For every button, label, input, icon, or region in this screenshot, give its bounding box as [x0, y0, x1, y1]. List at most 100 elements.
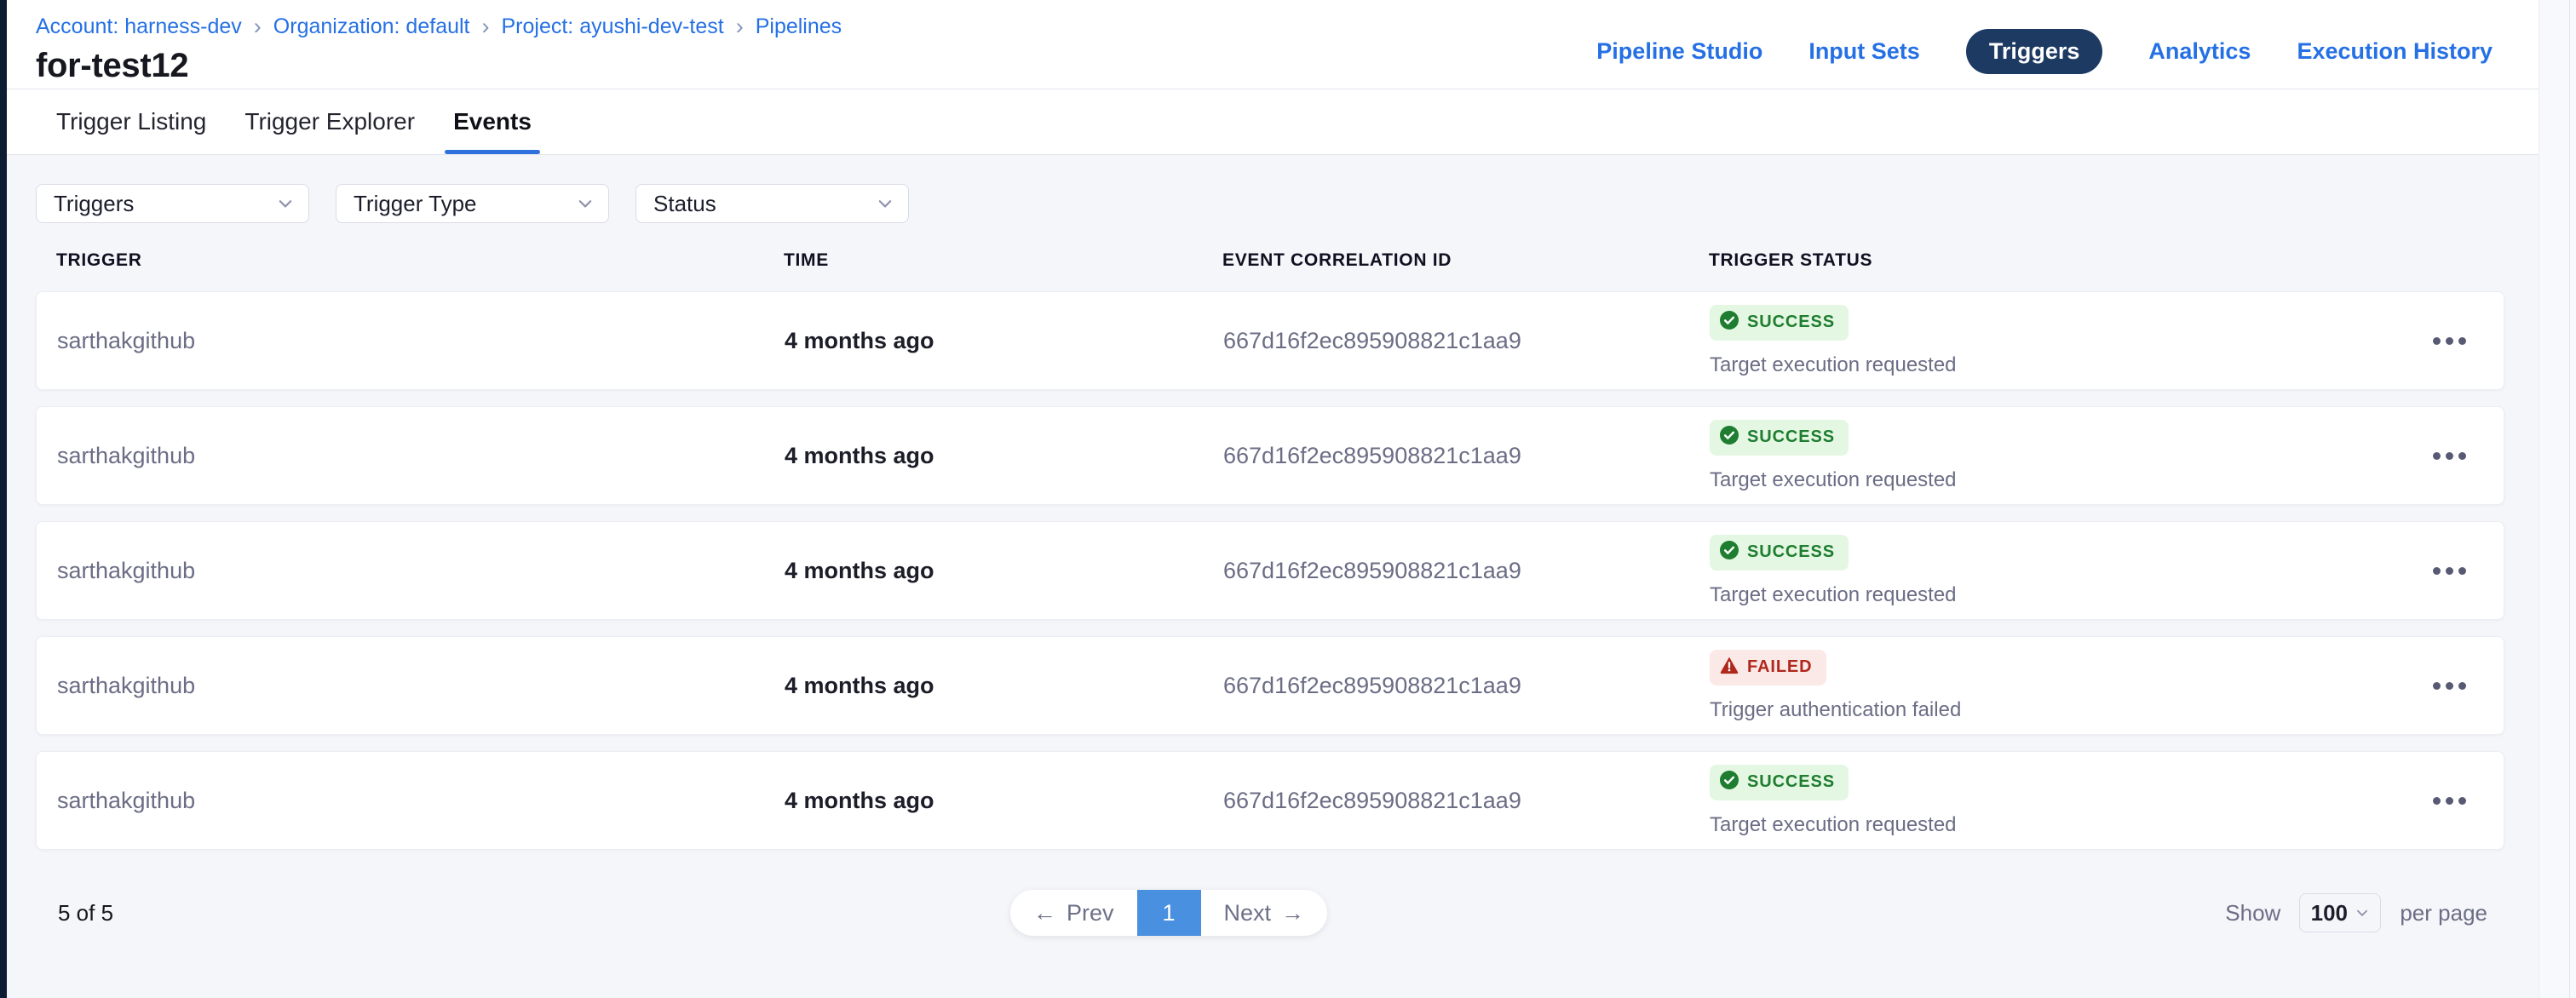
trigger-type-filter-label: Trigger Type — [354, 191, 477, 217]
nav-pipeline-studio[interactable]: Pipeline Studio — [1596, 38, 1762, 65]
breadcrumb-pipelines-link[interactable]: Pipelines — [756, 14, 842, 39]
table-row[interactable]: sarthakgithub 4 months ago 667d16f2ec895… — [36, 636, 2504, 735]
status-badge-label: SUCCESS — [1747, 313, 1835, 332]
main-column: Account: harness-dev Organization: defau… — [7, 0, 2539, 998]
collapsed-sidebar-strip — [0, 0, 7, 998]
row-actions — [2415, 670, 2483, 702]
chevron-down-icon — [276, 194, 295, 213]
column-header-actions — [2416, 250, 2484, 271]
event-time: 4 months ago — [785, 673, 1223, 699]
more-options-icon[interactable] — [2428, 325, 2471, 357]
trigger-status-cell: SUCCESS Target execution requested — [1710, 420, 2415, 492]
status-badge-label: SUCCESS — [1747, 427, 1835, 447]
status-detail: Target execution requested — [1710, 468, 2415, 492]
breadcrumb-account-link[interactable]: Account: harness-dev — [36, 14, 242, 39]
prev-label: Prev — [1067, 900, 1114, 926]
page-title: for-test12 — [36, 47, 842, 85]
trigger-name: sarthakgithub — [57, 328, 785, 354]
page-size-control: Show 100 per page — [2225, 893, 2504, 932]
status-badge-label: SUCCESS — [1747, 542, 1835, 562]
scrollbar-gutter[interactable] — [2539, 0, 2576, 998]
more-options-icon[interactable] — [2428, 555, 2471, 587]
status-badge-label: FAILED — [1747, 657, 1813, 677]
filters-bar: Triggers Trigger Type Status — [36, 184, 2539, 223]
prev-page-button[interactable]: Prev — [1010, 890, 1137, 936]
check-circle-icon — [1720, 426, 1739, 450]
table-header-row: TRIGGER TIME EVENT CORRELATION ID TRIGGE… — [36, 250, 2504, 271]
tab-trigger-listing[interactable]: Trigger Listing — [53, 89, 210, 154]
nav-execution-history[interactable]: Execution History — [2297, 38, 2493, 65]
table-row[interactable]: sarthakgithub 4 months ago 667d16f2ec895… — [36, 406, 2504, 505]
triggers-filter-label: Triggers — [54, 191, 134, 217]
chevron-right-icon — [736, 14, 744, 40]
trigger-name: sarthakgithub — [57, 558, 785, 584]
results-summary: 5 of 5 — [36, 900, 113, 926]
app-root: Account: harness-dev Organization: defau… — [0, 0, 2576, 998]
table-row[interactable]: sarthakgithub 4 months ago 667d16f2ec895… — [36, 291, 2504, 390]
status-detail: Target execution requested — [1710, 813, 2415, 837]
status-detail: Target execution requested — [1710, 583, 2415, 607]
trigger-name: sarthakgithub — [57, 443, 785, 469]
row-actions — [2415, 440, 2483, 472]
status-badge: SUCCESS — [1710, 420, 1849, 456]
more-options-icon[interactable] — [2428, 670, 2471, 702]
next-page-button[interactable]: Next — [1201, 890, 1328, 936]
chevron-down-icon — [576, 194, 595, 213]
column-header-trigger: TRIGGER — [56, 250, 784, 271]
nav-input-sets[interactable]: Input Sets — [1808, 38, 1920, 65]
events-content: Triggers Trigger Type Status — [7, 184, 2539, 960]
nav-analytics[interactable]: Analytics — [2148, 38, 2251, 65]
trigger-status-cell: SUCCESS Target execution requested — [1710, 765, 2415, 837]
status-detail: Trigger authentication failed — [1710, 698, 2415, 722]
triggers-filter-dropdown[interactable]: Triggers — [36, 184, 309, 223]
row-actions — [2415, 555, 2483, 587]
row-actions — [2415, 785, 2483, 817]
trigger-name: sarthakgithub — [57, 788, 785, 814]
page-number-button[interactable]: 1 — [1137, 890, 1201, 936]
event-time: 4 months ago — [785, 788, 1223, 814]
more-options-icon[interactable] — [2428, 440, 2471, 472]
breadcrumb-project-link[interactable]: Project: ayushi-dev-test — [502, 14, 724, 39]
nav-triggers[interactable]: Triggers — [1966, 29, 2103, 74]
page-size-dropdown[interactable]: 100 — [2299, 893, 2381, 932]
table-row[interactable]: sarthakgithub 4 months ago 667d16f2ec895… — [36, 751, 2504, 850]
tab-trigger-explorer[interactable]: Trigger Explorer — [241, 89, 418, 154]
event-time: 4 months ago — [785, 328, 1223, 354]
per-page-label: per page — [2400, 900, 2487, 926]
chevron-right-icon — [254, 14, 262, 40]
next-label: Next — [1223, 900, 1271, 926]
event-correlation-id: 667d16f2ec895908821c1aa9 — [1223, 443, 1710, 469]
status-badge: SUCCESS — [1710, 535, 1849, 571]
table-row[interactable]: sarthakgithub 4 months ago 667d16f2ec895… — [36, 521, 2504, 620]
event-time: 4 months ago — [785, 443, 1223, 469]
more-options-icon[interactable] — [2428, 785, 2471, 817]
arrow-right-icon — [1281, 900, 1304, 926]
event-correlation-id: 667d16f2ec895908821c1aa9 — [1223, 328, 1710, 354]
pipeline-top-nav: Pipeline Studio Input Sets Triggers Anal… — [1596, 14, 2493, 89]
page-header: Account: harness-dev Organization: defau… — [7, 0, 2539, 89]
pagination: Prev 1 Next — [1010, 890, 1327, 936]
status-badge-label: SUCCESS — [1747, 772, 1835, 792]
trigger-status-cell: SUCCESS Target execution requested — [1710, 535, 2415, 607]
triggers-tabbar: Trigger Listing Trigger Explorer Events — [7, 89, 2539, 155]
row-actions — [2415, 325, 2483, 357]
trigger-status-cell: FAILED Trigger authentication failed — [1710, 650, 2415, 722]
trigger-type-filter-dropdown[interactable]: Trigger Type — [336, 184, 609, 223]
status-detail: Target execution requested — [1710, 353, 2415, 377]
table-footer: 5 of 5 Prev 1 Next Show 100 — [36, 866, 2504, 960]
event-correlation-id: 667d16f2ec895908821c1aa9 — [1223, 673, 1710, 699]
event-correlation-id: 667d16f2ec895908821c1aa9 — [1223, 788, 1710, 814]
status-badge: SUCCESS — [1710, 765, 1849, 800]
page-size-value: 100 — [2311, 900, 2348, 926]
check-circle-icon — [1720, 311, 1739, 335]
chevron-down-icon — [2355, 905, 2370, 921]
tab-events[interactable]: Events — [450, 89, 535, 154]
status-badge: FAILED — [1710, 650, 1826, 685]
event-time: 4 months ago — [785, 558, 1223, 584]
status-filter-dropdown[interactable]: Status — [635, 184, 909, 223]
breadcrumb-organization-link[interactable]: Organization: default — [273, 14, 470, 39]
column-header-time: TIME — [784, 250, 1222, 271]
column-header-trigger-status: TRIGGER STATUS — [1709, 250, 2416, 271]
chevron-right-icon — [482, 14, 490, 40]
event-correlation-id: 667d16f2ec895908821c1aa9 — [1223, 558, 1710, 584]
